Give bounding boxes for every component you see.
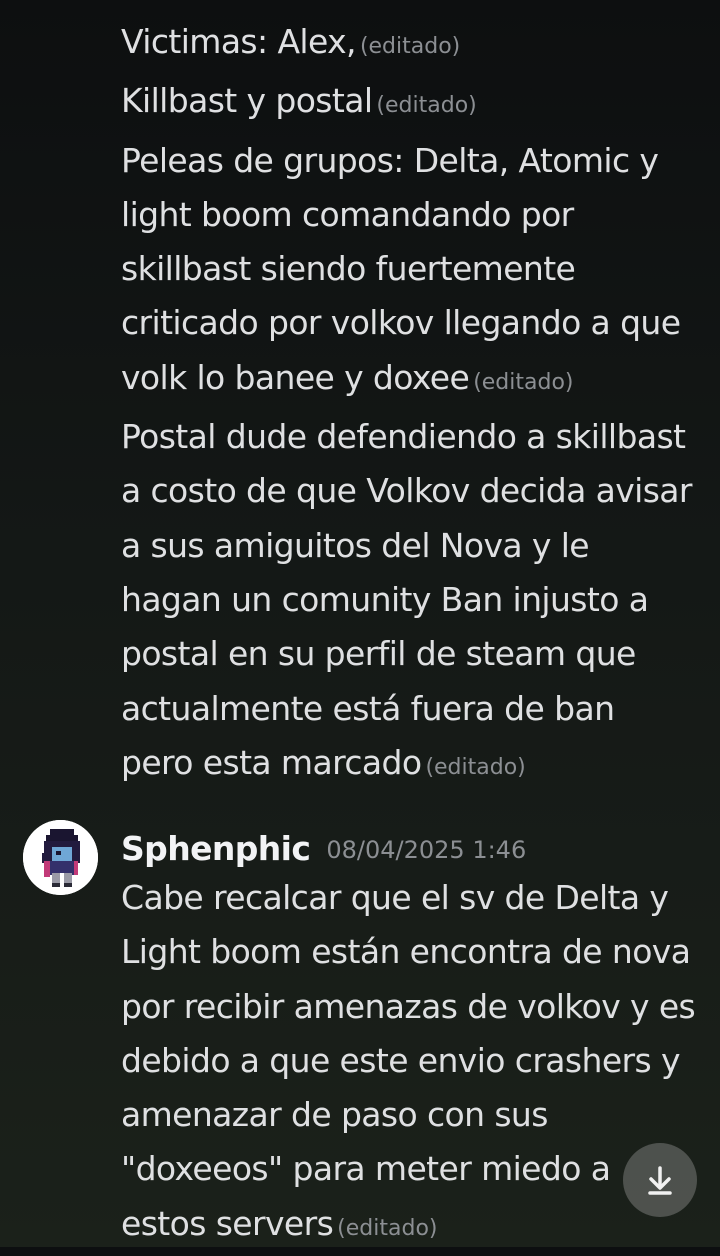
message-text: Victimas: Alex,	[121, 22, 357, 61]
message-line[interactable]: Victimas: Alex, (editado)	[121, 15, 696, 74]
message-body: Cabe recalcar que el sv de Delta y Light…	[121, 871, 696, 1256]
edited-tag: (editado)	[359, 34, 461, 59]
message-line[interactable]: Killbast y postal (editado)	[121, 74, 696, 133]
edited-tag: (editado)	[473, 369, 574, 395]
message-header: Sphenphic 08/04/2025 1:46	[121, 822, 526, 874]
message-text: Peleas de grupos: Delta, Atomic y light …	[121, 140, 681, 397]
message-line[interactable]: Postal dude defendiendo a skillbast a co…	[121, 410, 696, 795]
message-line[interactable]: Peleas de grupos: Delta, Atomic y light …	[121, 134, 696, 410]
pixel-character-avatar-icon	[23, 820, 98, 895]
message-text: Postal dude defendiendo a skillbast a co…	[121, 417, 692, 782]
message-group-continuation: Victimas: Alex, (editado) Killbast y post…	[121, 15, 696, 795]
edited-tag: (editado)	[337, 1215, 438, 1241]
avatar[interactable]	[23, 820, 98, 895]
message-timestamp: 08/04/2025 1:46	[326, 836, 527, 864]
jump-to-bottom-button[interactable]	[623, 1143, 697, 1217]
author-name[interactable]: Sphenphic	[121, 829, 311, 868]
message-text: Killbast y postal	[121, 81, 373, 121]
edited-tag: (editado)	[376, 93, 477, 119]
jump-to-bottom-icon	[648, 1166, 672, 1195]
message-line[interactable]: Cabe recalcar que el sv de Delta y Light…	[121, 871, 696, 1256]
message-text: Cabe recalcar que el sv de Delta y Light…	[121, 878, 696, 1243]
edited-tag: (editado)	[425, 754, 526, 780]
